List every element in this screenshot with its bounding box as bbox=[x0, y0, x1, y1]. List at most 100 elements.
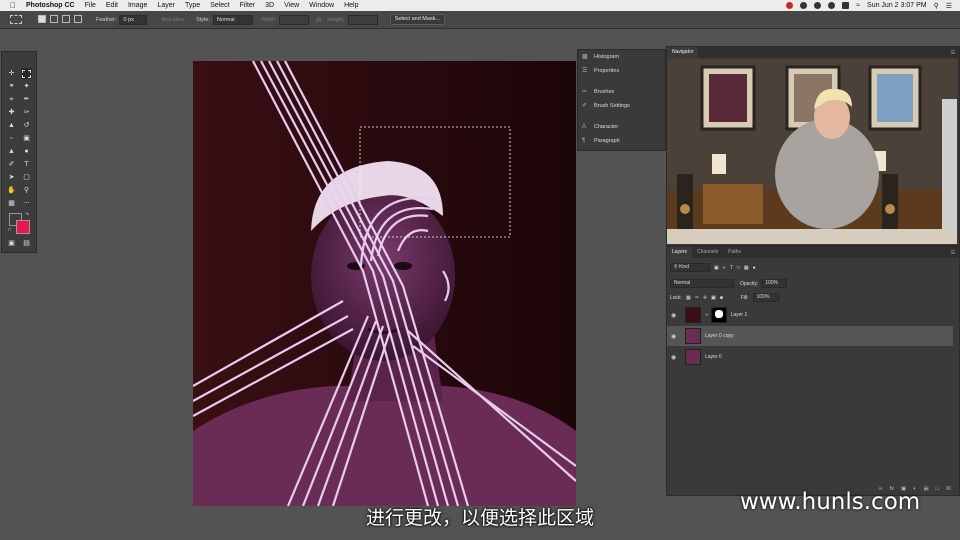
fill-input[interactable]: 100% bbox=[752, 293, 779, 302]
crop-tool-icon[interactable]: ⌖ bbox=[6, 94, 17, 105]
mask-link-icon[interactable]: ∞ bbox=[705, 312, 709, 318]
lock-artboard-icon[interactable]: ▣ bbox=[711, 295, 716, 301]
tab-layers[interactable]: Layers bbox=[667, 247, 693, 258]
new-layer-icon[interactable]: □ bbox=[936, 486, 939, 492]
spotlight-search-icon[interactable]: ⚲ bbox=[934, 2, 939, 10]
tab-paths[interactable]: Paths bbox=[723, 247, 746, 258]
filter-type-icon[interactable]: T bbox=[730, 265, 733, 271]
filter-toggle-icon[interactable]: ● bbox=[753, 265, 756, 271]
status-sync-icon[interactable] bbox=[814, 2, 822, 9]
zoom-tool-icon[interactable]: ⚲ bbox=[21, 185, 32, 196]
opacity-input[interactable]: 100% bbox=[761, 279, 788, 288]
swap-icon[interactable]: ⇄ bbox=[315, 16, 321, 24]
navigator-preview[interactable] bbox=[667, 59, 957, 244]
status-app-icon[interactable] bbox=[786, 2, 794, 9]
tab-channels[interactable]: Channels bbox=[692, 247, 723, 258]
path-selection-tool-icon[interactable]: ➤ bbox=[6, 172, 17, 183]
clock[interactable]: Sun Jun 2 3:07 PM bbox=[867, 2, 927, 9]
screen-mode-icon[interactable]: ▤ bbox=[21, 238, 32, 249]
width-input[interactable] bbox=[279, 14, 310, 25]
hand-tool-icon[interactable]: ✋ bbox=[6, 185, 17, 196]
menu-type[interactable]: Type bbox=[185, 2, 200, 9]
blur-tool-icon[interactable]: ▲ bbox=[6, 146, 17, 157]
panel-properties[interactable]: ☰ Properties bbox=[582, 68, 619, 74]
gradient-tool-icon[interactable]: ▣ bbox=[21, 133, 32, 144]
panel-brushes[interactable]: ✑ Brushes bbox=[582, 89, 614, 95]
filter-smart-object-icon[interactable]: ▦ bbox=[744, 265, 749, 271]
quick-selection-tool-icon[interactable]: ✦ bbox=[21, 81, 32, 92]
kind-filter-select[interactable]: ⚲ Kind bbox=[670, 263, 710, 272]
menu-window[interactable]: Window bbox=[309, 2, 334, 9]
lock-all-icon[interactable]: ■ bbox=[720, 295, 723, 301]
panel-histogram[interactable]: ▩ Histogram bbox=[582, 54, 619, 60]
healing-brush-tool-icon[interactable]: ✚ bbox=[6, 107, 17, 118]
menu-view[interactable]: View bbox=[284, 2, 299, 9]
panel-menu-icon[interactable]: ☰ bbox=[951, 50, 955, 56]
layer-row-layer-0-copy[interactable]: ◉ Layer 0 copy bbox=[667, 326, 953, 346]
antialias-checkbox[interactable]: Anti-alias bbox=[161, 17, 184, 23]
document-canvas[interactable] bbox=[193, 61, 576, 506]
menu-app-name[interactable]: Photoshop CC bbox=[26, 2, 75, 9]
intersect-selection-icon[interactable] bbox=[74, 14, 86, 25]
eyedropper-tool-icon[interactable]: ✒ bbox=[21, 94, 32, 105]
eraser-tool-icon[interactable]: ▫ bbox=[6, 133, 17, 144]
layer-row-layer-0[interactable]: ◉ Layer 0 bbox=[667, 347, 953, 367]
add-selection-icon[interactable] bbox=[50, 14, 62, 25]
height-input[interactable] bbox=[347, 14, 378, 25]
history-brush-tool-icon[interactable]: ↺ bbox=[21, 120, 32, 131]
lock-position-icon[interactable]: ✛ bbox=[703, 295, 707, 301]
lock-transparent-icon[interactable]: ▦ bbox=[686, 295, 691, 301]
layer-row-layer-1[interactable]: ◉ ∞ Layer 1 bbox=[667, 305, 953, 325]
pen-tool-icon[interactable]: ✐ bbox=[6, 159, 17, 170]
layer-mask-thumbnail[interactable] bbox=[710, 307, 727, 323]
panel-character[interactable]: A Character bbox=[582, 124, 618, 130]
menu-help[interactable]: Help bbox=[344, 2, 358, 9]
move-tool-icon[interactable]: ✛ bbox=[6, 68, 17, 79]
style-select[interactable]: Normal bbox=[212, 14, 253, 25]
menu-select[interactable]: Select bbox=[210, 2, 229, 9]
menu-layer[interactable]: Layer bbox=[157, 2, 175, 9]
marquee-tool-icon[interactable] bbox=[21, 68, 32, 79]
new-selection-icon[interactable] bbox=[38, 14, 50, 25]
swap-colors-icon[interactable]: ↷ bbox=[25, 212, 29, 218]
marquee-preset-icon[interactable] bbox=[10, 15, 22, 24]
new-group-icon[interactable]: ▤ bbox=[924, 486, 929, 492]
status-cloud-icon[interactable] bbox=[828, 2, 836, 9]
blend-mode-select[interactable]: Normal bbox=[670, 279, 734, 288]
type-tool-icon[interactable]: T bbox=[21, 159, 32, 170]
background-color-swatch[interactable] bbox=[16, 220, 30, 234]
status-creative-cloud-icon[interactable] bbox=[800, 2, 808, 9]
lasso-tool-icon[interactable]: ⚭ bbox=[6, 81, 17, 92]
tab-navigator[interactable]: Navigator bbox=[667, 47, 699, 58]
panel-brush-settings[interactable]: ✐ Brush Settings bbox=[582, 103, 630, 109]
subtract-selection-icon[interactable] bbox=[62, 14, 74, 25]
brush-tool-icon[interactable]: ✑ bbox=[21, 107, 32, 118]
dodge-tool-icon[interactable]: ● bbox=[21, 146, 32, 157]
lock-image-icon[interactable]: ✑ bbox=[695, 295, 699, 301]
visibility-eye-icon[interactable]: ◉ bbox=[671, 354, 677, 361]
panel-paragraph[interactable]: ¶ Paragraph bbox=[582, 138, 620, 144]
quick-mask-icon[interactable]: ▣ bbox=[6, 238, 17, 249]
wifi-icon[interactable]: ≈ bbox=[856, 2, 860, 9]
menu-filter[interactable]: Filter bbox=[240, 2, 256, 9]
menu-edit[interactable]: Edit bbox=[106, 2, 118, 9]
clone-stamp-tool-icon[interactable]: ▲ bbox=[6, 120, 17, 131]
notification-center-icon[interactable]: ☰ bbox=[946, 2, 952, 10]
select-and-mask-button[interactable]: Select and Mask... bbox=[389, 14, 446, 25]
visibility-eye-icon[interactable]: ◉ bbox=[671, 333, 677, 340]
feather-input[interactable]: 0 px bbox=[119, 14, 148, 25]
menu-image[interactable]: Image bbox=[128, 2, 147, 9]
status-battery-icon[interactable] bbox=[842, 2, 850, 9]
layers-panel-menu-icon[interactable]: ☰ bbox=[951, 250, 955, 256]
menu-file[interactable]: File bbox=[85, 2, 96, 9]
filter-adjustment-icon[interactable]: ◐ bbox=[723, 265, 726, 271]
default-colors-icon[interactable]: □ bbox=[8, 227, 11, 233]
visibility-eye-icon[interactable]: ◉ bbox=[671, 312, 677, 319]
edit-toolbar-icon[interactable]: ▦ bbox=[6, 198, 17, 209]
rectangle-tool-icon[interactable]: ▢ bbox=[21, 172, 32, 183]
menu-3d[interactable]: 3D bbox=[265, 2, 274, 9]
apple-icon[interactable]:  bbox=[10, 1, 16, 10]
more-tools-icon[interactable]: ⋯ bbox=[21, 198, 32, 209]
delete-layer-icon[interactable]: ☒ bbox=[946, 486, 951, 492]
filter-pixel-icon[interactable]: ▣ bbox=[714, 265, 719, 271]
